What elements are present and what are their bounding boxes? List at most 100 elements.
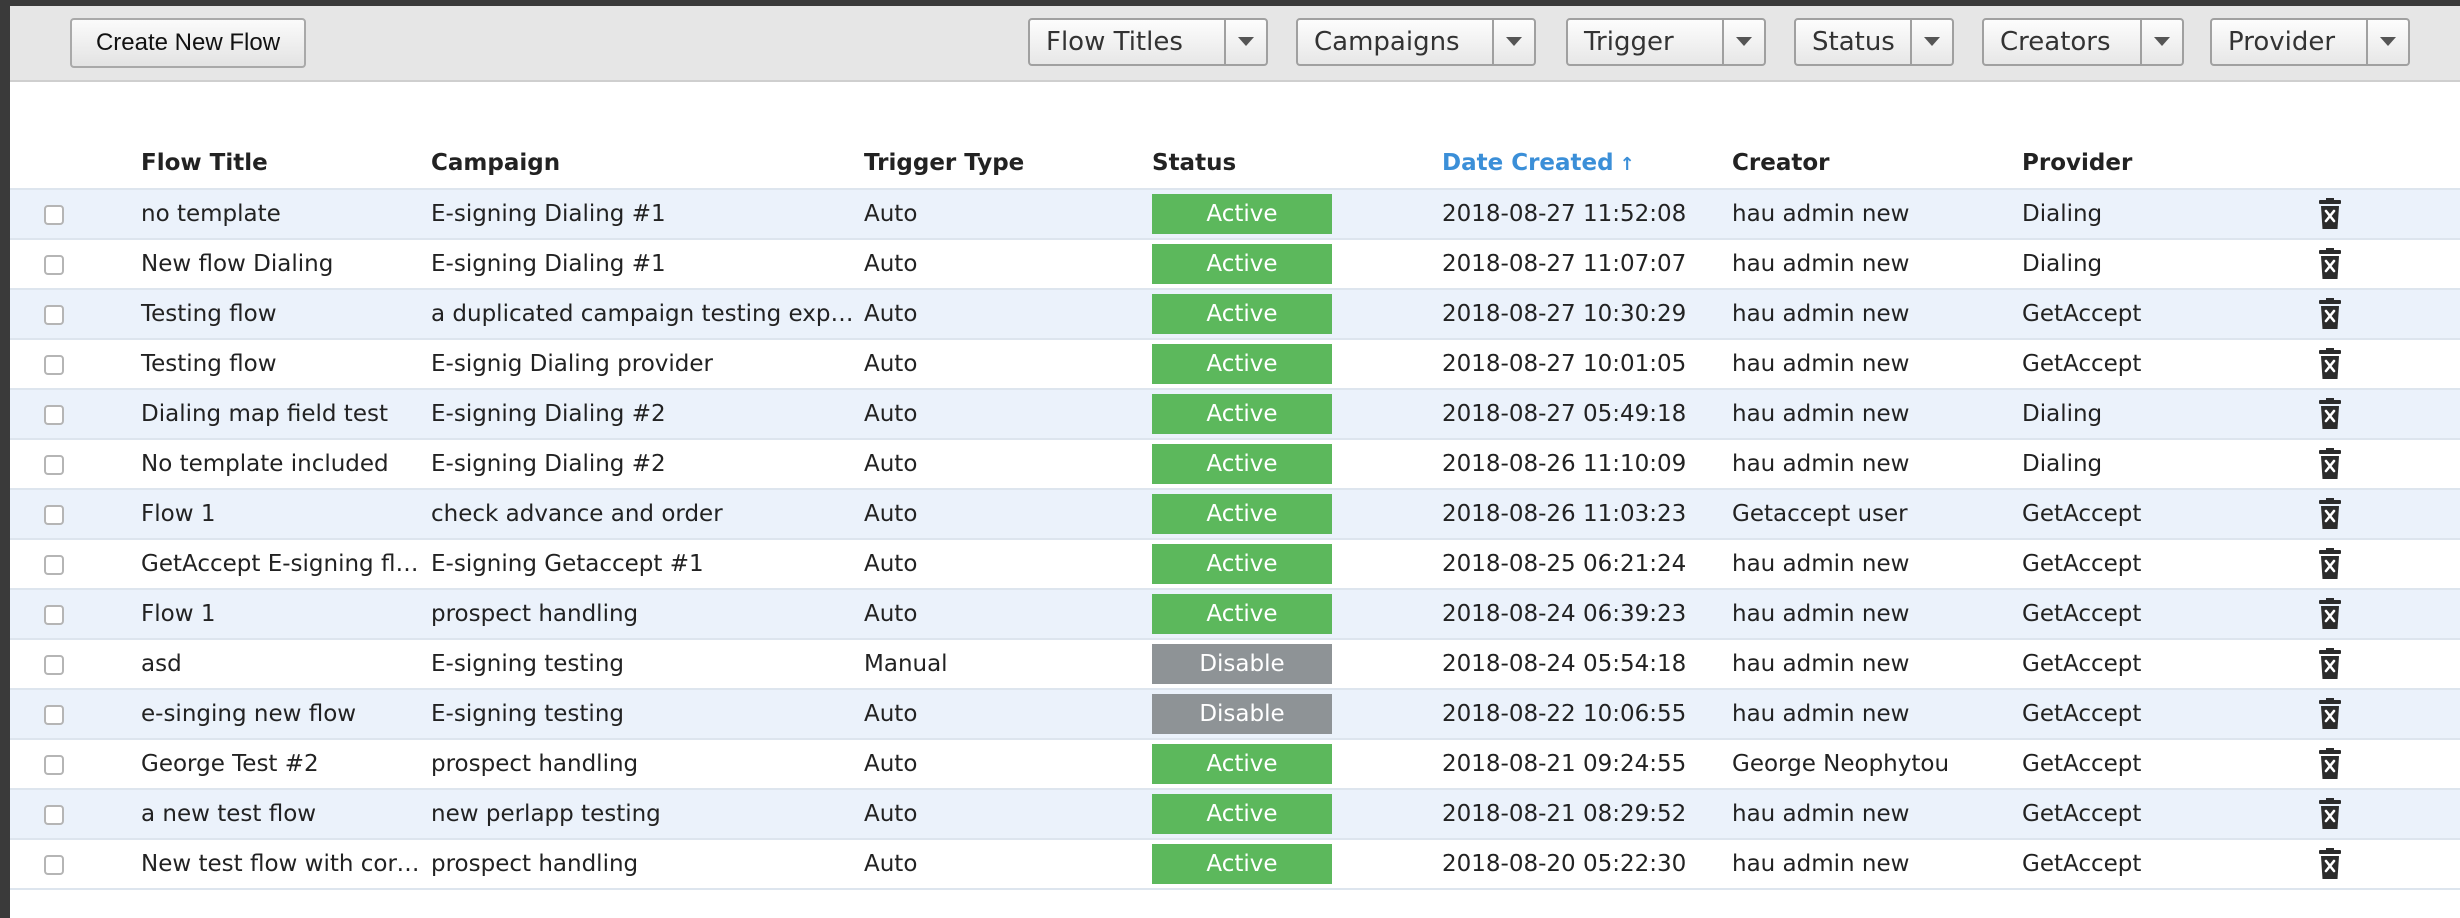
- provider-cell: GetAccept: [2018, 588, 2298, 639]
- flow-title-cell[interactable]: No template included: [137, 438, 427, 489]
- row-select-cell: [10, 438, 137, 489]
- header-status[interactable]: Status: [1148, 138, 1438, 189]
- table-row[interactable]: GetAccept E-signing flo... E-signing Geta…: [10, 538, 2460, 589]
- row-checkbox[interactable]: [44, 204, 64, 225]
- status-badge: Disable: [1152, 644, 1332, 684]
- trash-icon[interactable]: [2318, 598, 2342, 630]
- flow-title-cell[interactable]: George Test #2: [137, 738, 427, 789]
- trash-icon[interactable]: [2318, 248, 2342, 280]
- row-checkbox[interactable]: [44, 854, 64, 875]
- date-created-cell: 2018-08-27 11:07:07: [1438, 238, 1728, 289]
- trigger-type-cell: Auto: [860, 238, 1148, 289]
- status-badge: Active: [1152, 444, 1332, 484]
- flow-title-cell[interactable]: Flow 1: [137, 488, 427, 539]
- row-checkbox[interactable]: [44, 404, 64, 425]
- table-row[interactable]: Flow 1 prospect handling Auto Active 2018-08…: [10, 588, 2460, 639]
- status-badge: Active: [1152, 494, 1332, 534]
- chevron-down-icon: [1492, 20, 1534, 64]
- row-checkbox[interactable]: [44, 554, 64, 575]
- flow-title-cell[interactable]: a new test flow: [137, 788, 427, 839]
- header-creator[interactable]: Creator: [1728, 138, 2018, 189]
- chevron-down-icon: [1910, 20, 1952, 64]
- row-checkbox[interactable]: [44, 804, 64, 825]
- header-trigger-type[interactable]: Trigger Type: [860, 138, 1148, 189]
- trash-icon[interactable]: [2318, 498, 2342, 530]
- table-row[interactable]: New flow Dialing E-signing Dialing #1 Auto…: [10, 238, 2460, 289]
- header-row: Flow Title Campaign Trigger Type Status …: [10, 138, 2460, 189]
- filter-flow-titles[interactable]: Flow Titles: [1028, 18, 1268, 66]
- trash-icon[interactable]: [2318, 298, 2342, 330]
- campaign-cell: E-signing Getaccept #1: [427, 538, 860, 589]
- row-checkbox[interactable]: [44, 704, 64, 725]
- row-checkbox[interactable]: [44, 354, 64, 375]
- table-row[interactable]: Testing flow E-signig Dialing provider Aut…: [10, 338, 2460, 389]
- filter-campaigns[interactable]: Campaigns: [1296, 18, 1536, 66]
- table-row[interactable]: e-singing new flow E-signing testing Auto D…: [10, 688, 2460, 739]
- trash-icon[interactable]: [2318, 698, 2342, 730]
- header-date-created[interactable]: Date Created ↑: [1438, 138, 1728, 189]
- table-row[interactable]: a new test flow new perlapp testing Auto Ac…: [10, 788, 2460, 839]
- trash-icon[interactable]: [2318, 348, 2342, 380]
- table-row[interactable]: Flow 1 check advance and order Auto Active 2…: [10, 488, 2460, 539]
- table-row[interactable]: No template included E-signing Dialing #2…: [10, 438, 2460, 489]
- header-provider[interactable]: Provider: [2018, 138, 2298, 189]
- flow-title-cell[interactable]: Testing flow: [137, 288, 427, 339]
- row-checkbox[interactable]: [44, 604, 64, 625]
- flow-title-cell[interactable]: GetAccept E-signing flo...: [137, 538, 427, 589]
- status-cell: Active: [1148, 238, 1438, 289]
- trash-icon[interactable]: [2318, 748, 2342, 780]
- flow-title-cell[interactable]: New flow Dialing: [137, 238, 427, 289]
- trash-icon[interactable]: [2318, 648, 2342, 680]
- date-created-cell: 2018-08-22 10:06:55: [1438, 688, 1728, 739]
- provider-cell: Dialing: [2018, 388, 2298, 439]
- actions-cell: [2298, 288, 2460, 339]
- trash-icon[interactable]: [2318, 398, 2342, 430]
- create-new-flow-button[interactable]: Create New Flow: [70, 18, 306, 68]
- filter-provider[interactable]: Provider: [2210, 18, 2410, 66]
- flows-table: Flow Title Campaign Trigger Type Status …: [10, 138, 2460, 890]
- filter-status[interactable]: Status: [1794, 18, 1954, 66]
- status-cell: Active: [1148, 588, 1438, 639]
- header-campaign[interactable]: Campaign: [427, 138, 860, 189]
- trash-icon[interactable]: [2318, 798, 2342, 830]
- trigger-type-cell: Auto: [860, 838, 1148, 890]
- trash-icon[interactable]: [2318, 448, 2342, 480]
- trigger-type-cell: Auto: [860, 588, 1148, 639]
- filter-trigger[interactable]: Trigger: [1566, 18, 1766, 66]
- status-badge: Active: [1152, 244, 1332, 284]
- table-row[interactable]: no template E-signing Dialing #1 Auto Activ…: [10, 188, 2460, 239]
- table-row[interactable]: George Test #2 prospect handling Auto Activ…: [10, 738, 2460, 789]
- table-row[interactable]: asd E-signing testing Manual Disable 2018-08…: [10, 638, 2460, 689]
- row-checkbox[interactable]: [44, 504, 64, 525]
- flow-title-cell[interactable]: asd: [137, 638, 427, 689]
- trash-icon[interactable]: [2318, 848, 2342, 880]
- row-checkbox[interactable]: [44, 454, 64, 475]
- table-row[interactable]: Testing flow a duplicated campaign testin…: [10, 288, 2460, 339]
- status-cell: Active: [1148, 838, 1438, 890]
- provider-cell: GetAccept: [2018, 738, 2298, 789]
- flow-title-cell[interactable]: Flow 1: [137, 588, 427, 639]
- flow-title-cell[interactable]: Testing flow: [137, 338, 427, 389]
- row-checkbox[interactable]: [44, 754, 64, 775]
- filter-creators[interactable]: Creators: [1982, 18, 2184, 66]
- flow-title-cell[interactable]: Dialing map field test: [137, 388, 427, 439]
- trash-icon[interactable]: [2318, 198, 2342, 230]
- row-checkbox[interactable]: [44, 254, 64, 275]
- trigger-type-cell: Auto: [860, 388, 1148, 439]
- filter-label: Creators: [2000, 27, 2111, 57]
- actions-cell: [2298, 388, 2460, 439]
- flow-title-cell[interactable]: New test flow with corre...: [137, 838, 427, 890]
- table-row[interactable]: New test flow with corre... prospect hand…: [10, 838, 2460, 890]
- campaign-cell: new perlapp testing: [427, 788, 860, 839]
- row-checkbox[interactable]: [44, 654, 64, 675]
- creator-cell: hau admin new: [1728, 338, 2018, 389]
- header-flow-title[interactable]: Flow Title: [137, 138, 427, 189]
- table-row[interactable]: Dialing map field test E-signing Dialing …: [10, 388, 2460, 439]
- flow-title-cell[interactable]: e-singing new flow: [137, 688, 427, 739]
- trash-icon[interactable]: [2318, 548, 2342, 580]
- row-checkbox[interactable]: [44, 304, 64, 325]
- trigger-type-cell: Auto: [860, 338, 1148, 389]
- flow-title-cell[interactable]: no template: [137, 188, 427, 239]
- filter-label: Status: [1812, 27, 1895, 57]
- status-badge: Disable: [1152, 694, 1332, 734]
